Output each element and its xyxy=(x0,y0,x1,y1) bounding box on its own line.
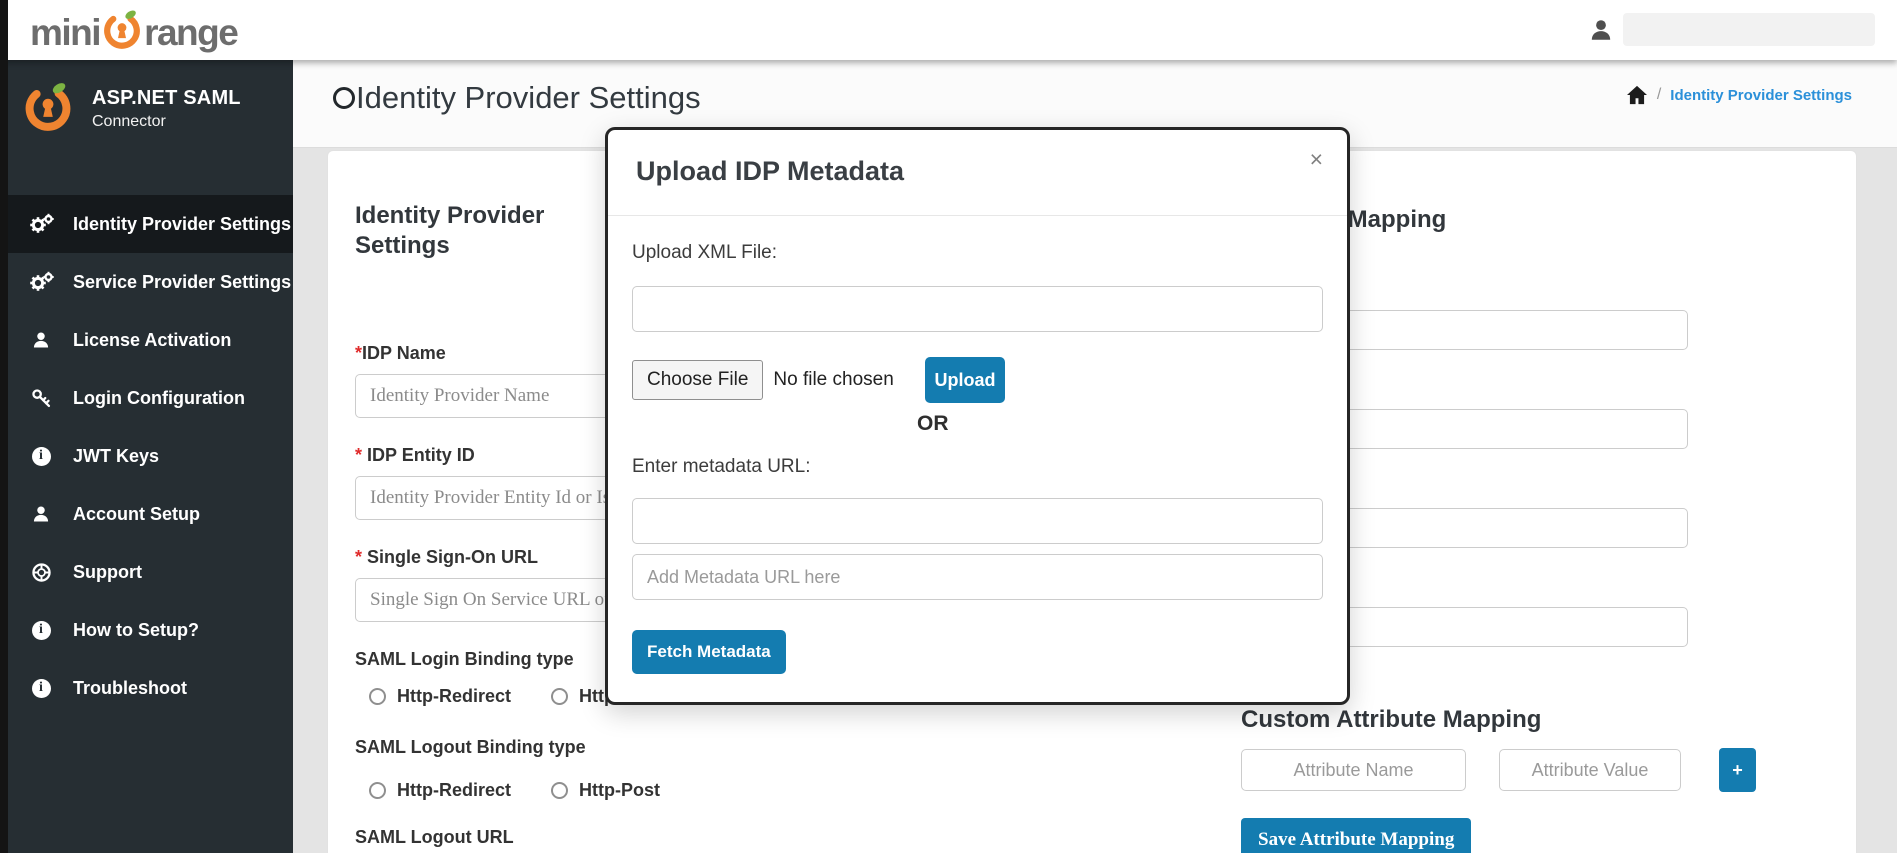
logout-http-post-radio[interactable] xyxy=(551,782,569,799)
metadata-url-placeholder-input[interactable] xyxy=(632,554,1323,600)
or-separator: OR xyxy=(917,412,949,435)
sidebar-item-label: Service Provider Settings xyxy=(73,271,292,292)
custom-attribute-row: + xyxy=(1241,748,1756,792)
login-http-redirect-label: Http-Redirect xyxy=(397,686,512,706)
modal-title: Upload IDP Metadata xyxy=(636,156,905,186)
sidebar-item-account-setup[interactable]: Account Setup xyxy=(0,485,293,543)
upload-button[interactable]: Upload xyxy=(925,357,1005,403)
sidebar-item-identity-provider-settings[interactable]: Identity Provider Settings xyxy=(0,195,293,253)
idp-form-heading: Identity Provider Settings xyxy=(355,202,545,259)
upload-idp-metadata-modal: Upload IDP Metadata × Upload XML File: C… xyxy=(605,127,1350,705)
sidebar-item-license-activation[interactable]: License Activation xyxy=(0,311,293,369)
sidebar-item-troubleshoot[interactable]: i Troubleshoot xyxy=(0,659,293,717)
logout-url-label: SAML Logout URL xyxy=(355,827,514,847)
sidebar-item-label: JWT Keys xyxy=(73,445,160,466)
sidebar-item-label: Support xyxy=(73,561,142,582)
sidebar-item-jwt-keys[interactable]: i JWT Keys xyxy=(0,427,293,485)
attribute-name-input[interactable] xyxy=(1241,749,1466,791)
close-icon[interactable]: × xyxy=(1310,148,1323,171)
top-header: mini range xyxy=(0,0,1897,60)
add-attribute-button[interactable]: + xyxy=(1719,748,1756,792)
logout-binding-options: Http-Redirect Http-Post xyxy=(355,780,691,801)
sidebar-item-label: Identity Provider Settings xyxy=(73,213,292,234)
sidebar-item-label: Login Configuration xyxy=(73,387,245,408)
gears-icon xyxy=(28,213,54,235)
metadata-url-input[interactable] xyxy=(632,498,1323,544)
attribute-value-input[interactable] xyxy=(1499,749,1681,791)
login-http-redirect-radio[interactable] xyxy=(369,688,386,705)
fetch-metadata-button[interactable]: Fetch Metadata xyxy=(632,630,786,674)
metadata-url-label: Enter metadata URL: xyxy=(632,456,811,477)
page-title: Identity Provider Settings xyxy=(333,80,701,116)
file-picker-row: Choose File No file chosen Upload xyxy=(632,357,1323,403)
info-icon: i xyxy=(28,678,54,698)
gears-icon xyxy=(28,271,54,293)
sidebar-item-support[interactable]: Support xyxy=(0,543,293,601)
login-http-post-radio[interactable] xyxy=(551,688,569,705)
logout-http-post-label: Http-Post xyxy=(579,780,660,800)
breadcrumb-current[interactable]: Identity Provider Settings xyxy=(1670,87,1852,104)
sidebar-item-service-provider-settings[interactable]: Service Provider Settings xyxy=(0,253,293,311)
brand-title: ASP.NET SAML xyxy=(92,86,241,109)
sidebar-item-label: Account Setup xyxy=(73,503,201,524)
window-left-edge xyxy=(0,0,8,853)
miniorange-logo: mini range xyxy=(30,6,239,59)
logout-http-redirect-label: Http-Redirect xyxy=(397,780,512,800)
sidebar-item-label: License Activation xyxy=(73,329,232,350)
app-window: mini range ASP.NET SAML Connector Identi… xyxy=(0,0,1897,853)
brand-subtitle: Connector xyxy=(92,112,166,130)
key-icon xyxy=(28,388,54,409)
breadcrumb-separator: / xyxy=(1656,86,1662,103)
save-attribute-mapping-button[interactable]: Save Attribute Mapping xyxy=(1241,818,1472,853)
sidebar-item-how-to-setup[interactable]: i How to Setup? xyxy=(0,601,293,659)
modal-body: Upload XML File: Choose File No file cho… xyxy=(608,216,1347,698)
no-file-chosen-text: No file chosen xyxy=(773,369,894,390)
miniorange-keyhole-icon xyxy=(100,6,144,59)
sidebar-item-login-configuration[interactable]: Login Configuration xyxy=(0,369,293,427)
sidebar: ASP.NET SAML Connector Identity Provider… xyxy=(0,60,293,853)
user-icon[interactable] xyxy=(1588,17,1614,43)
user-icon xyxy=(28,504,54,524)
sidebar-brand: ASP.NET SAML Connector xyxy=(0,60,293,138)
logo-text-mini: mini xyxy=(30,11,102,53)
logout-http-redirect-radio[interactable] xyxy=(369,782,386,799)
logout-binding-label: SAML Logout Binding type xyxy=(355,737,586,757)
home-icon[interactable] xyxy=(1626,85,1648,105)
loading-ring-icon xyxy=(333,87,355,109)
breadcrumb: / Identity Provider Settings xyxy=(1626,85,1852,105)
choose-file-button[interactable]: Choose File xyxy=(632,360,764,400)
miniorange-keyhole-icon xyxy=(21,79,75,138)
logo-text-range: range xyxy=(144,11,239,53)
modal-header: Upload IDP Metadata × xyxy=(608,130,1347,216)
user-icon xyxy=(28,330,54,350)
info-icon: i xyxy=(28,446,54,466)
info-icon: i xyxy=(28,620,54,640)
sidebar-menu: Identity Provider Settings Service Provi… xyxy=(0,195,293,717)
header-account-box[interactable] xyxy=(1623,13,1875,46)
upload-xml-label: Upload XML File: xyxy=(632,242,778,263)
custom-attribute-mapping-heading: Custom Attribute Mapping xyxy=(1241,706,1542,733)
xml-file-input[interactable] xyxy=(632,286,1323,332)
sidebar-item-label: How to Setup? xyxy=(73,619,199,640)
sidebar-item-label: Troubleshoot xyxy=(73,677,187,698)
life-ring-icon xyxy=(28,562,54,583)
